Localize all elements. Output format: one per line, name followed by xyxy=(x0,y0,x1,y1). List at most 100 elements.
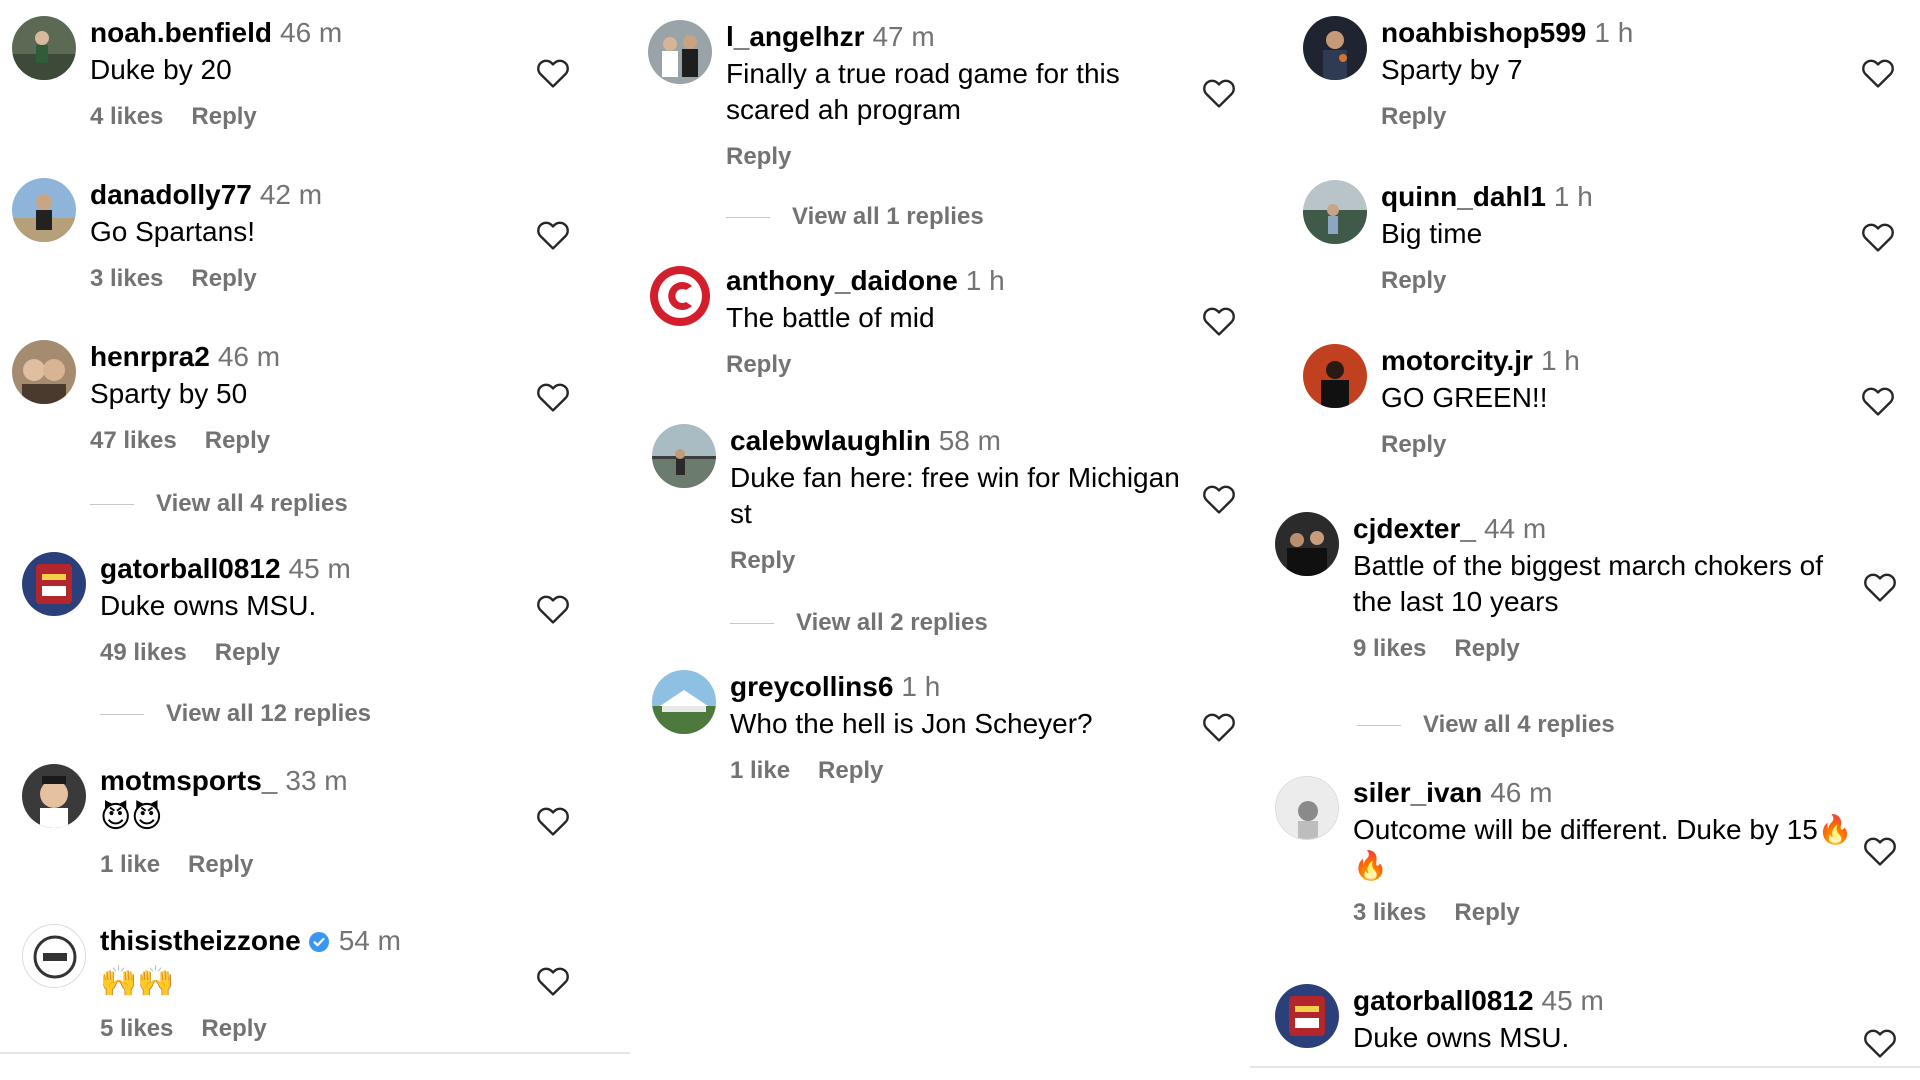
avatar[interactable] xyxy=(648,264,712,328)
view-replies-button[interactable]: View all 4 replies xyxy=(90,490,348,518)
reply-button[interactable]: Reply xyxy=(215,639,280,666)
comment-text: Duke owns MSU. xyxy=(1353,1022,1570,1053)
avatar[interactable] xyxy=(648,20,712,84)
avatar[interactable] xyxy=(1303,180,1367,244)
reply-button[interactable]: Reply xyxy=(191,103,256,130)
reply-button[interactable]: Reply xyxy=(1381,267,1446,294)
comment-time: 45 m xyxy=(1541,985,1604,1016)
comment-text: GO GREEN!! xyxy=(1381,382,1548,413)
heart-outline-icon xyxy=(534,590,572,628)
comment-time: 42 m xyxy=(259,179,323,210)
like-button[interactable] xyxy=(1859,382,1897,420)
like-count[interactable]: 4 likes xyxy=(90,103,163,130)
comment-text: Duke fan here: free win for Michigan st xyxy=(730,462,1180,529)
view-replies-label: View all 4 replies xyxy=(156,490,348,517)
reply-button[interactable]: Reply xyxy=(1454,899,1519,926)
reply-button[interactable]: Reply xyxy=(1381,431,1446,458)
heart-outline-icon xyxy=(534,802,572,840)
reply-button[interactable]: Reply xyxy=(726,351,791,378)
avatar[interactable] xyxy=(1275,984,1339,1048)
like-button[interactable] xyxy=(534,378,572,416)
comment-username[interactable]: gatorball0812 xyxy=(100,553,281,584)
comment-username[interactable]: noah.benfield xyxy=(90,17,272,48)
comment-username[interactable]: calebwlaughlin xyxy=(730,425,931,456)
comment-column-2: l_angelhzr 47 m Finally a true road game … xyxy=(648,0,1238,1080)
like-button[interactable] xyxy=(534,802,572,840)
comment-username[interactable]: cjdexter_ xyxy=(1353,513,1476,544)
reply-button[interactable]: Reply xyxy=(188,851,253,878)
comment-username[interactable]: siler_ivan xyxy=(1353,777,1482,808)
avatar[interactable] xyxy=(22,924,86,988)
comment-text: Duke owns MSU. xyxy=(100,590,317,621)
like-count[interactable]: 5 likes xyxy=(100,1015,173,1042)
avatar[interactable] xyxy=(1275,512,1339,576)
comment-time: 46 m xyxy=(1490,777,1553,808)
comment-username[interactable]: anthony_daidone xyxy=(726,265,958,296)
reply-button[interactable]: Reply xyxy=(730,547,795,574)
comment-username[interactable]: greycollins6 xyxy=(730,671,893,702)
comment-username[interactable]: l_angelhzr xyxy=(726,21,864,52)
reply-button[interactable]: Reply xyxy=(191,265,256,292)
view-replies-button[interactable]: View all 4 replies xyxy=(1357,711,1615,739)
divider xyxy=(726,216,770,218)
comment-text: Sparty by 50 xyxy=(90,378,248,409)
view-replies-button[interactable]: View all 2 replies xyxy=(730,609,988,637)
avatar[interactable] xyxy=(652,424,716,488)
avatar[interactable] xyxy=(12,340,76,404)
like-button[interactable] xyxy=(1861,568,1899,606)
comment-time: 47 m xyxy=(872,21,935,52)
comment-username[interactable]: motmsports_ xyxy=(100,765,277,796)
reply-button[interactable]: Reply xyxy=(726,143,791,170)
comment-username[interactable]: noahbishop599 xyxy=(1381,17,1586,48)
comment-username[interactable]: quinn_dahl1 xyxy=(1381,181,1546,212)
like-button[interactable] xyxy=(1859,218,1897,256)
view-replies-label: View all 1 replies xyxy=(792,203,984,230)
like-button[interactable] xyxy=(1200,480,1238,518)
like-button[interactable] xyxy=(534,590,572,628)
like-button[interactable] xyxy=(534,54,572,92)
heart-outline-icon xyxy=(1859,218,1897,256)
like-count[interactable]: 47 likes xyxy=(90,427,177,454)
like-button[interactable] xyxy=(1200,74,1238,112)
like-count[interactable]: 3 likes xyxy=(1353,899,1426,926)
avatar[interactable] xyxy=(12,16,76,80)
like-button[interactable] xyxy=(1861,1024,1899,1062)
like-button[interactable] xyxy=(534,216,572,254)
comment-username[interactable]: gatorball0812 xyxy=(1353,985,1534,1016)
like-count[interactable]: 1 like xyxy=(730,757,790,784)
comment-username[interactable]: danadolly77 xyxy=(90,179,252,210)
heart-outline-icon xyxy=(1200,480,1238,518)
comment-text: Duke by 20 xyxy=(90,54,232,85)
comment-username[interactable]: motorcity.jr xyxy=(1381,345,1533,376)
reply-button[interactable]: Reply xyxy=(818,757,883,784)
avatar[interactable] xyxy=(1303,16,1367,80)
avatar[interactable] xyxy=(1275,776,1339,840)
reply-button[interactable]: Reply xyxy=(201,1015,266,1042)
comment-text: Outcome will be different. Duke by 15🔥🔥 xyxy=(1353,814,1853,881)
reply-button[interactable]: Reply xyxy=(1454,635,1519,662)
like-button[interactable] xyxy=(1200,302,1238,340)
like-button[interactable] xyxy=(534,962,572,1000)
comment-username[interactable]: henrpra2 xyxy=(90,341,210,372)
like-count[interactable]: 1 like xyxy=(100,851,160,878)
comment-time: 44 m xyxy=(1483,513,1547,544)
comment-username[interactable]: thisistheizzone xyxy=(100,925,301,956)
like-button[interactable] xyxy=(1859,54,1897,92)
view-replies-button[interactable]: View all 12 replies xyxy=(100,700,371,728)
avatar[interactable] xyxy=(22,764,86,828)
like-button[interactable] xyxy=(1861,832,1899,870)
avatar[interactable] xyxy=(22,552,86,616)
avatar[interactable] xyxy=(1303,344,1367,408)
view-replies-button[interactable]: View all 1 replies xyxy=(726,203,984,231)
like-button[interactable] xyxy=(1200,708,1238,746)
like-count[interactable]: 9 likes xyxy=(1353,635,1426,662)
avatar[interactable] xyxy=(12,178,76,242)
heart-outline-icon xyxy=(534,54,572,92)
comment-text: Who the hell is Jon Scheyer? xyxy=(730,708,1093,739)
comment-time: 46 m xyxy=(280,17,343,48)
avatar[interactable] xyxy=(652,670,716,734)
like-count[interactable]: 3 likes xyxy=(90,265,163,292)
reply-button[interactable]: Reply xyxy=(205,427,270,454)
reply-button[interactable]: Reply xyxy=(1381,103,1446,130)
like-count[interactable]: 49 likes xyxy=(100,639,187,666)
